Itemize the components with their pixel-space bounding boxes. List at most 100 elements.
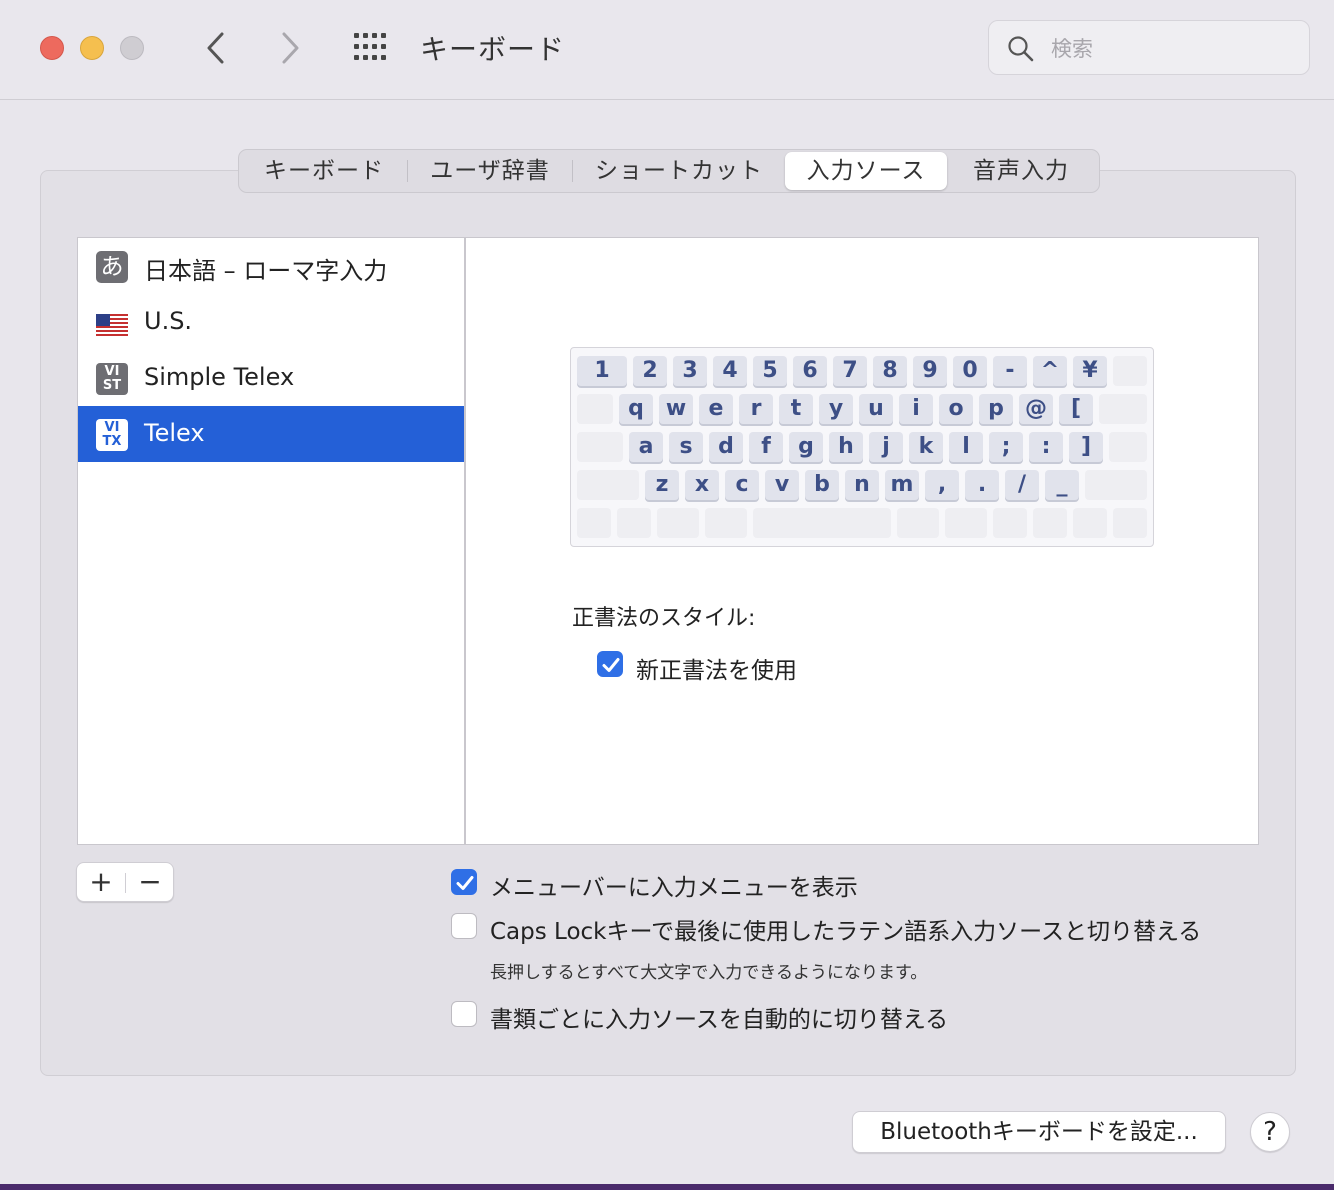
blank-key (705, 508, 747, 538)
blank-key (897, 508, 939, 538)
help-button[interactable]: ? (1250, 1112, 1290, 1152)
key: w (659, 394, 693, 424)
key: x (685, 470, 719, 500)
desktop-background (0, 1184, 1334, 1190)
new-orthography-checkbox[interactable] (597, 651, 623, 677)
title-bar: キーボード (0, 0, 1334, 100)
blank-key (993, 508, 1027, 538)
caps-lock-switch-label: Caps Lockキーで最後に使用したラテン語系入力ソースと切り替える (490, 919, 1202, 945)
key: ] (1069, 432, 1103, 462)
search-icon (1008, 36, 1034, 62)
caps-lock-switch-checkbox[interactable] (451, 913, 477, 939)
list-item[interactable]: U.S. (78, 294, 464, 350)
key: 5 (753, 356, 787, 386)
key: e (699, 394, 733, 424)
tab-user-dictionary[interactable]: ユーザ辞書 (408, 152, 572, 190)
list-item-label: U.S. (144, 307, 193, 335)
us-flag-icon (96, 314, 128, 336)
blank-key (577, 432, 623, 462)
key: o (939, 394, 973, 424)
grid-icon (354, 33, 386, 60)
zoom-window-button[interactable] (120, 36, 144, 60)
key: z (645, 470, 679, 500)
key: 8 (873, 356, 907, 386)
list-item-selected[interactable]: VI TX Telex (78, 406, 464, 462)
icon-text: あ (100, 254, 124, 280)
key: l (949, 432, 983, 462)
show-all-button[interactable] (352, 32, 390, 62)
key: d (709, 432, 743, 462)
tab-shortcuts[interactable]: ショートカット (573, 152, 785, 190)
key: - (993, 356, 1027, 386)
hiragana-a-icon: あ (96, 251, 128, 283)
key: 4 (713, 356, 747, 386)
auto-switch-source-checkbox[interactable] (451, 1001, 477, 1027)
blank-key (657, 508, 699, 538)
forward-button[interactable] (270, 28, 310, 68)
blank-key (577, 470, 639, 500)
key: f (749, 432, 783, 462)
key: 3 (673, 356, 707, 386)
key: 7 (833, 356, 867, 386)
key: 1 (577, 356, 627, 386)
list-item-label: Telex (144, 419, 205, 447)
list-item-label: Simple Telex (144, 363, 295, 391)
key: 2 (633, 356, 667, 386)
add-source-button[interactable]: + (77, 863, 125, 901)
key: ^ (1033, 356, 1067, 386)
show-input-menu-label: メニューバーに入力メニューを表示 (490, 875, 858, 901)
key: i (899, 394, 933, 424)
key: p (979, 394, 1013, 424)
key: ; (989, 432, 1023, 462)
key: s (669, 432, 703, 462)
key: q (619, 394, 653, 424)
key: n (845, 470, 879, 500)
key: j (869, 432, 903, 462)
key: c (725, 470, 759, 500)
tab-keyboard[interactable]: キーボード (241, 152, 407, 190)
new-orthography-label: 新正書法を使用 (636, 658, 797, 684)
blank-key (1033, 508, 1067, 538)
key: u (859, 394, 893, 424)
list-item[interactable]: VI ST Simple Telex (78, 350, 464, 406)
back-button[interactable] (196, 28, 236, 68)
icon-text-top: VI (104, 364, 120, 379)
vi-tx-icon: VI TX (96, 419, 128, 451)
input-source-list[interactable]: あ 日本語 – ローマ字入力 U.S. VI ST Simple Telex V… (77, 237, 465, 845)
icon-text-top: VI (104, 420, 120, 435)
key: g (789, 432, 823, 462)
key: h (829, 432, 863, 462)
key: / (1005, 470, 1039, 500)
chevron-right-icon (282, 32, 299, 64)
bluetooth-keyboard-button[interactable]: Bluetoothキーボードを設定... (852, 1111, 1226, 1153)
key: ¥ (1073, 356, 1107, 386)
auto-switch-source-label: 書類ごとに入力ソースを自動的に切り替える (490, 1007, 949, 1033)
chevron-left-icon (207, 32, 224, 64)
search-field[interactable] (988, 20, 1310, 75)
tab-dictation[interactable]: 音声入力 (947, 152, 1095, 190)
tab-input-sources[interactable]: 入力ソース (785, 152, 947, 190)
list-item[interactable]: あ 日本語 – ローマ字入力 (78, 238, 464, 294)
blank-key (1085, 470, 1147, 500)
key: : (1029, 432, 1063, 462)
icon-text-bottom: TX (102, 434, 122, 449)
remove-source-button[interactable]: − (126, 863, 174, 901)
icon-text-bottom: ST (102, 378, 122, 393)
search-input[interactable] (1049, 31, 1293, 67)
close-window-button[interactable] (40, 36, 64, 60)
key: 0 (953, 356, 987, 386)
show-input-menu-checkbox[interactable] (451, 869, 477, 895)
key: r (739, 394, 773, 424)
key: 9 (913, 356, 947, 386)
blank-key (577, 394, 613, 424)
key: 6 (793, 356, 827, 386)
key: _ (1045, 470, 1079, 500)
minimize-window-button[interactable] (80, 36, 104, 60)
blank-key (1099, 394, 1147, 424)
window-title: キーボード (420, 33, 566, 66)
keyboard-layout-preview: 1 2 3 4 5 6 7 8 9 0- ^ ¥ q w e r t y u i o p @[a s d f g h j k l;:] z x c… (570, 347, 1154, 547)
list-item-label: 日本語 – ローマ字入力 (144, 257, 388, 285)
blank-key (753, 508, 891, 538)
blank-key (577, 508, 611, 538)
blank-key (1113, 356, 1147, 386)
